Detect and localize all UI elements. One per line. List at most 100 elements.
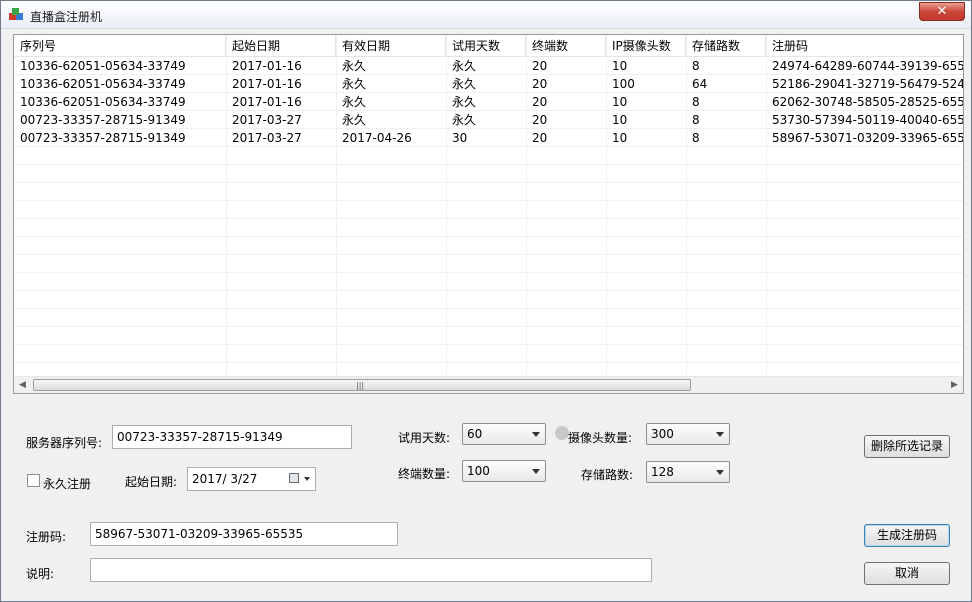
note-input[interactable]: [90, 558, 652, 582]
cell-trial-days: 永久: [452, 59, 477, 73]
registration-list[interactable]: 序列号 起始日期 有效日期 试用天数 终端数 IP摄像头数 存储路数 注册码 1…: [13, 34, 964, 394]
terminal-count-value: 100: [467, 464, 490, 478]
arrow-right-icon: ▶: [951, 380, 958, 390]
close-icon: ✕: [936, 4, 948, 19]
cell-reg-code: 58967-53071-03209-33965-65535: [772, 131, 964, 145]
column-header-valid-date[interactable]: 有效日期: [336, 35, 446, 57]
table-row[interactable]: 00723-33357-28715-91349 2017-03-27 永久 永久…: [14, 111, 964, 129]
cell-ip-cameras: 100: [612, 77, 635, 91]
close-button[interactable]: ✕: [919, 2, 965, 21]
cell-start-date: 2017-01-16: [232, 77, 302, 91]
window-title: 直播盒注册机: [30, 10, 103, 24]
horizontal-scrollbar[interactable]: ◀ ||| ▶: [14, 376, 963, 393]
cell-valid-date: 永久: [342, 59, 367, 73]
camera-count-label: 摄像头数量:: [568, 431, 633, 445]
table-row-empty: [14, 255, 963, 273]
cell-valid-date: 永久: [342, 77, 367, 91]
terminal-count-select[interactable]: 100: [462, 460, 546, 482]
status-dot-icon: [555, 426, 569, 440]
chevron-down-icon: [532, 469, 540, 474]
table-row-empty: [14, 237, 963, 255]
start-date-value: 2017/ 3/27: [192, 472, 258, 486]
storage-select[interactable]: 128: [646, 461, 730, 483]
cell-reg-code: 24974-64289-60744-39139-65532: [772, 59, 964, 73]
table-row-empty: [14, 309, 963, 327]
table-row-empty: [14, 219, 963, 237]
cell-storage: 64: [692, 77, 708, 91]
cell-start-date: 2017-01-16: [232, 95, 302, 109]
cell-trial-days: 永久: [452, 77, 477, 91]
cell-serial: 10336-62051-05634-33749: [20, 95, 186, 109]
cell-start-date: 2017-01-16: [232, 59, 302, 73]
cell-serial: 10336-62051-05634-33749: [20, 77, 186, 91]
grip-icon: |||: [356, 381, 365, 390]
table-row[interactable]: 10336-62051-05634-33749 2017-01-16 永久 永久…: [14, 93, 964, 111]
delete-selected-button[interactable]: 删除所选记录: [864, 435, 950, 458]
start-date-picker[interactable]: 2017/ 3/27: [187, 467, 316, 491]
generate-button[interactable]: 生成注册码: [864, 524, 950, 547]
camera-count-select[interactable]: 300: [646, 423, 730, 445]
cell-trial-days: 永久: [452, 95, 477, 109]
table-row[interactable]: 10336-62051-05634-33749 2017-01-16 永久 永久…: [14, 75, 963, 93]
column-header-start-date[interactable]: 起始日期: [226, 35, 336, 57]
table-row-empty: [14, 291, 963, 309]
table-row-empty: [14, 273, 963, 291]
table-row-empty: [14, 201, 963, 219]
cancel-button[interactable]: 取消: [864, 562, 950, 585]
table-row-empty: [14, 345, 963, 363]
app-icon: [9, 8, 23, 20]
column-header-trial-days[interactable]: 试用天数: [446, 35, 526, 57]
server-serial-label: 服务器序列号:: [26, 436, 103, 450]
column-header-storage[interactable]: 存储路数: [686, 35, 766, 57]
scroll-right-button[interactable]: ▶: [946, 377, 963, 393]
cell-valid-date: 永久: [342, 113, 367, 127]
scroll-thumb[interactable]: |||: [33, 379, 691, 391]
cell-start-date: 2017-03-27: [232, 131, 302, 145]
cell-terminals: 20: [532, 131, 548, 145]
cell-start-date: 2017-03-27: [232, 113, 302, 127]
column-header-ip-cameras[interactable]: IP摄像头数: [606, 35, 686, 57]
calendar-icon: [289, 473, 299, 483]
table-row-empty: [14, 327, 963, 345]
cell-ip-cameras: 10: [612, 113, 628, 127]
cell-valid-date: 2017-04-26: [342, 131, 412, 145]
table-row[interactable]: 10336-62051-05634-33749 2017-01-16 永久 永久…: [14, 57, 964, 75]
cell-ip-cameras: 10: [612, 95, 628, 109]
arrow-left-icon: ◀: [19, 380, 26, 390]
trial-days-select[interactable]: 60: [462, 423, 546, 445]
cell-trial-days: 永久: [452, 113, 477, 127]
table-row[interactable]: 00723-33357-28715-91349 2017-03-27 2017-…: [14, 129, 964, 147]
storage-value: 128: [651, 465, 674, 479]
chevron-down-icon: [532, 432, 540, 437]
main-window: 直播盒注册机 ✕ 序列号 起始日期 有效日期 试用天数 终端数 IP摄像头数 存…: [0, 0, 972, 602]
storage-label: 存储路数:: [581, 468, 634, 482]
permanent-register-checkbox[interactable]: [27, 474, 40, 487]
cell-trial-days: 30: [452, 131, 468, 145]
table-row-empty: [14, 165, 963, 183]
reg-code-input[interactable]: 58967-53071-03209-33965-65535: [90, 522, 398, 546]
server-serial-input[interactable]: 00723-33357-28715-91349: [112, 425, 352, 449]
cell-ip-cameras: 10: [612, 59, 628, 73]
trial-days-label: 试用天数:: [398, 431, 451, 445]
reg-code-label: 注册码:: [26, 530, 67, 544]
cell-ip-cameras: 10: [612, 131, 628, 145]
cell-valid-date: 永久: [342, 95, 367, 109]
table-row-empty: [14, 147, 963, 165]
permanent-register-label: 永久注册: [43, 477, 92, 491]
column-header-terminals[interactable]: 终端数: [526, 35, 606, 57]
column-header-reg-code[interactable]: 注册码: [766, 35, 963, 57]
terminal-count-label: 终端数量:: [398, 467, 451, 481]
camera-count-value: 300: [651, 427, 674, 441]
table-row-empty: [14, 183, 963, 201]
cell-storage: 8: [692, 113, 700, 127]
scroll-left-button[interactable]: ◀: [14, 377, 31, 393]
cell-terminals: 20: [532, 59, 548, 73]
trial-days-value: 60: [467, 427, 483, 441]
cell-terminals: 20: [532, 95, 548, 109]
cell-terminals: 20: [532, 77, 548, 91]
cell-serial: 10336-62051-05634-33749: [20, 59, 186, 73]
note-label: 说明:: [26, 567, 55, 581]
cell-reg-code: 62062-30748-58505-28525-65528: [772, 95, 964, 109]
column-header-serial[interactable]: 序列号: [14, 35, 226, 57]
cell-reg-code: 53730-57394-50119-40040-65527: [772, 113, 964, 127]
